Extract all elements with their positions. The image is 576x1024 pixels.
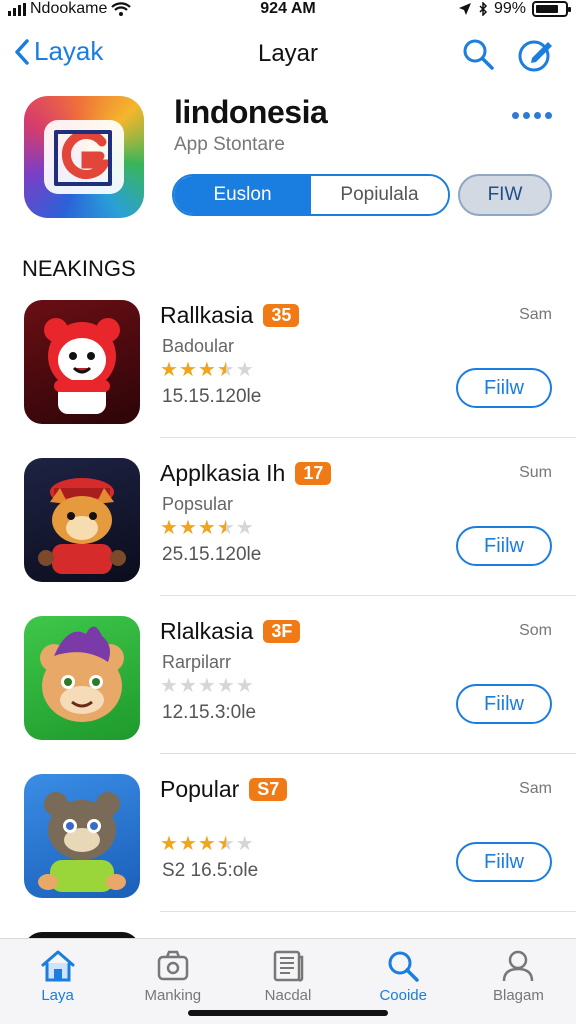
app-title: Rlalkasia <box>160 618 254 644</box>
star-icon: ★ <box>197 359 216 381</box>
location-icon <box>458 3 471 15</box>
app-title-row: Popular S7 <box>160 776 288 803</box>
tab-label: Blagam <box>492 987 544 1004</box>
follow-button[interactable]: Fiilw <box>456 368 552 408</box>
follow-button[interactable]: Fiilw <box>456 684 552 724</box>
list-item[interactable]: Rallkasia 35 Badoular ★ ★ ★ ★ ★ 15.15.120le … <box>0 280 576 438</box>
star-icon: ★ <box>216 833 235 855</box>
app-size: Sam <box>519 306 552 323</box>
star-icon: ★ <box>235 833 254 855</box>
app-icon <box>24 96 144 218</box>
app-size: Som <box>519 622 552 639</box>
star-icon: ★ <box>160 359 178 381</box>
app-version: 15.15.120le <box>162 386 262 407</box>
compose-icon[interactable] <box>516 34 556 74</box>
star-rating: ★ ★ ★ ★ ★ <box>160 676 254 696</box>
rank-badge: S7 <box>249 778 288 801</box>
star-icon: ★ <box>216 517 235 539</box>
star-icon: ★ <box>197 517 216 539</box>
star-icon: ★ <box>178 359 197 381</box>
tab-label: Manking <box>144 987 202 1004</box>
navigation-bar: Layak Layar <box>0 28 576 80</box>
app-title: Popular <box>160 776 240 802</box>
app-version: S2 16.5:ole <box>162 860 259 881</box>
star-icon: ★ <box>160 517 178 539</box>
home-icon <box>41 950 75 982</box>
app-title-row: Rlalkasia 3F <box>160 618 301 645</box>
star-icon: ★ <box>235 517 254 539</box>
segment-option-1[interactable]: Euslon <box>174 176 311 214</box>
app-thumbnail <box>24 774 140 898</box>
camera-bag-icon <box>157 950 189 981</box>
app-title: Rallkasia <box>160 302 254 328</box>
list-item[interactable]: Popular S7 ★ ★ ★ ★ ★ S2 16.5:ole Sam Fiilw <box>0 754 576 912</box>
list-item[interactable]: Applkasia Ih 17 Popsular ★ ★ ★ ★ ★ 25.15.120… <box>0 438 576 596</box>
person-icon <box>503 950 534 982</box>
rank-badge: 35 <box>263 304 300 327</box>
app-subtitle: App Stontare <box>174 134 285 155</box>
app-thumbnail <box>24 300 140 424</box>
tab-label: Nacdal <box>264 987 312 1004</box>
star-icon: ★ <box>178 833 197 855</box>
tab-label: Laya <box>41 987 74 1004</box>
app-thumbnail <box>24 458 140 582</box>
star-icon: ★ <box>160 675 178 697</box>
bluetooth-icon <box>479 2 488 16</box>
filter-button[interactable]: FIW <box>458 174 552 216</box>
star-icon: ★ <box>197 833 216 855</box>
app-category: Rarpilarr <box>162 652 232 672</box>
status-right: 99% <box>458 0 571 18</box>
segmented-control: Euslon Popiulala <box>172 174 450 216</box>
tab-label: Cooide <box>379 987 427 1004</box>
app-version: 25.15.120le <box>162 544 262 565</box>
status-bar: Ndookame 924 AM 99% <box>0 0 576 20</box>
rank-badge: 17 <box>295 462 332 485</box>
star-rating: ★ ★ ★ ★ ★ <box>160 360 254 380</box>
star-icon: ★ <box>235 675 254 697</box>
home-indicator <box>188 1010 388 1016</box>
follow-button[interactable]: Fiilw <box>456 842 552 882</box>
search-icon[interactable] <box>460 36 496 72</box>
app-size: Sam <box>519 780 552 797</box>
battery-percent: 99% <box>493 0 526 17</box>
list-item[interactable]: Rlalkasia 3F Rarpilarr ★ ★ ★ ★ ★ 12.15.3:0le… <box>0 596 576 754</box>
star-icon: ★ <box>235 359 254 381</box>
tab-home[interactable]: Laya <box>0 939 115 1024</box>
star-rating: ★ ★ ★ ★ ★ <box>160 834 254 854</box>
app-category: Popsular <box>162 494 234 514</box>
star-icon: ★ <box>216 675 235 697</box>
app-size: Sum <box>519 464 552 481</box>
segment-option-2[interactable]: Popiulala <box>311 176 448 214</box>
star-rating: ★ ★ ★ ★ ★ <box>160 518 254 538</box>
news-icon <box>273 950 304 982</box>
app-title-row: Rallkasia 35 <box>160 302 300 329</box>
app-category: Badoular <box>162 336 235 356</box>
more-options-icon[interactable] <box>512 112 552 119</box>
app-version: 12.15.3:0le <box>162 702 257 723</box>
section-title: NEAKINGS <box>22 256 136 281</box>
star-icon: ★ <box>178 675 197 697</box>
follow-button[interactable]: Fiilw <box>456 526 552 566</box>
app-name: lindonesia <box>174 94 328 130</box>
battery-icon <box>532 1 571 17</box>
app-title: Applkasia Ih <box>160 460 286 486</box>
tab-profile[interactable]: Blagam <box>461 939 576 1024</box>
app-title-row: Applkasia Ih 17 <box>160 460 332 487</box>
star-icon: ★ <box>160 833 178 855</box>
rank-badge: 3F <box>263 620 301 643</box>
star-icon: ★ <box>178 517 197 539</box>
star-icon: ★ <box>216 359 235 381</box>
search-icon <box>388 951 419 982</box>
star-icon: ★ <box>197 675 216 697</box>
app-thumbnail <box>24 616 140 740</box>
